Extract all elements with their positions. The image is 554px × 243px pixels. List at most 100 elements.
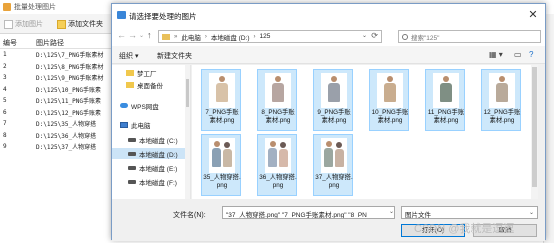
file-name: 35_人物穿搭.png <box>203 174 241 189</box>
add-image-icon <box>4 19 13 29</box>
file-tile[interactable]: 37_人物穿搭.png <box>313 134 353 196</box>
nav-item-wps-cloud[interactable]: WPS网盘 <box>112 100 190 111</box>
address-bar[interactable]: » 此电脑 › 本地磁盘 (D:) › 125 ⌄ ⟳ <box>158 30 382 43</box>
file-tile[interactable]: 7_PNG手账素材.png <box>201 69 241 131</box>
table-header: 编号 图片路径 <box>0 38 120 49</box>
nav-pane-scrollbar[interactable] <box>185 65 190 199</box>
table-row[interactable]: 4 D:\125\10_PNG手账素 <box>0 84 120 96</box>
nav-item-drive-e[interactable]: 本地磁盘 (E:) <box>112 162 190 173</box>
organize-menu[interactable]: 组织 ▾ <box>119 51 138 61</box>
navigation-bar: ← → ⌄ ↑ » 此电脑 › 本地磁盘 (D:) › 125 ⌄ ⟳ 搜索"1… <box>112 26 545 46</box>
breadcrumb-this-pc[interactable]: 此电脑 <box>181 32 201 42</box>
add-folder-button[interactable]: 添加文件夹 <box>57 18 103 30</box>
folder-icon <box>126 69 134 76</box>
file-name: 12_PNG手账素材.png <box>483 109 521 124</box>
search-placeholder: 搜索"125" <box>411 34 440 42</box>
table-row[interactable]: 1 D:\125\7_PNG手账素材 <box>0 49 120 61</box>
nav-item-this-pc[interactable]: 此电脑 <box>112 119 190 130</box>
table-row[interactable]: 8 D:\125\36_人物穿搭 <box>0 130 120 142</box>
image-thumbnail <box>377 73 403 108</box>
filetype-select[interactable]: 图片文件 ⌄ <box>401 206 538 219</box>
image-thumbnail <box>489 73 515 108</box>
breadcrumb-drive-d[interactable]: 本地磁盘 (D:) <box>211 32 250 42</box>
file-name: 11_PNG手账素材.png <box>427 109 465 124</box>
drive-icon <box>128 137 136 142</box>
file-list: 7_PNG手账素材.png 8_PNG手账素材.png 9_PNG手账素材.pn… <box>192 65 538 199</box>
breadcrumb-separator-icon: › <box>253 33 256 40</box>
close-icon[interactable]: ✕ <box>526 8 540 22</box>
breadcrumb-separator-icon: » <box>174 33 178 40</box>
drive-icon <box>128 165 136 170</box>
drive-icon <box>128 179 136 184</box>
help-icon[interactable]: ? <box>529 50 533 59</box>
image-thumbnail <box>321 138 347 173</box>
file-open-dialog: 请选择要处理的图片 ✕ ← → ⌄ ↑ » 此电脑 › 本地磁盘 (D:) › … <box>111 3 546 241</box>
image-thumbnail <box>265 73 291 108</box>
up-arrow-icon[interactable]: ↑ <box>147 30 152 40</box>
table-row[interactable]: 7 D:\125\35_人物穿搭 <box>0 118 120 130</box>
file-name: 10_PNG手账素材.png <box>371 109 409 124</box>
scrollbar-thumb[interactable] <box>532 67 537 187</box>
file-list-scrollbar[interactable] <box>531 65 538 199</box>
table-row[interactable]: 2 D:\125\8_PNG手账素材 <box>0 61 120 73</box>
breadcrumb-folder-125[interactable]: 125 <box>259 33 270 40</box>
image-thumbnail <box>321 73 347 108</box>
file-name: 8_PNG手账素材.png <box>261 109 295 124</box>
filetype-value: 图片文件 <box>405 212 431 219</box>
forward-arrow-icon[interactable]: → <box>128 30 137 40</box>
file-name: 37_人物穿搭.png <box>315 174 353 189</box>
navigation-pane: 梦工厂 桌面备份 WPS网盘 此电脑 本地磁盘 (C:) 本地磁盘 (D:) 本… <box>112 65 191 199</box>
address-dropdown-icon[interactable]: ⌄ <box>362 32 367 39</box>
search-icon <box>402 33 408 40</box>
file-name: 36_人物穿搭.png <box>259 174 297 189</box>
table-row[interactable]: 9 D:\125\37_人物穿搭 <box>0 141 120 153</box>
file-tile[interactable]: 12_PNG手账素材.png <box>481 69 521 131</box>
preview-pane-icon[interactable]: ▭ <box>514 50 522 59</box>
file-tile[interactable]: 8_PNG手账素材.png <box>257 69 297 131</box>
dialog-title: 请选择要处理的图片 <box>129 12 197 21</box>
back-arrow-icon[interactable]: ← <box>117 30 126 40</box>
computer-icon <box>120 121 128 128</box>
file-tile[interactable]: 10_PNG手账素材.png <box>369 69 409 131</box>
table-row[interactable]: 6 D:\125\12_PNG手账素 <box>0 107 120 119</box>
file-tile[interactable]: 9_PNG手账素材.png <box>313 69 353 131</box>
dialog-title-bar: 请选择要处理的图片 ✕ <box>112 4 545 26</box>
table-row[interactable]: 3 D:\125\9_PNG手账素材 <box>0 72 120 84</box>
nav-item-drive-c[interactable]: 本地磁盘 (C:) <box>112 134 190 145</box>
filename-input[interactable]: "37_人物穿搭.png" "7_PNG手账素材.png" "8_PN <box>222 206 395 219</box>
recent-locations-chevron-icon[interactable]: ⌄ <box>139 32 144 39</box>
filename-label: 文件名(N): <box>173 212 206 219</box>
breadcrumb-separator-icon: › <box>204 33 207 40</box>
image-thumbnail <box>265 138 291 173</box>
table-row[interactable]: 5 D:\125\11_PNG手账素 <box>0 95 120 107</box>
search-input[interactable]: 搜索"125" <box>398 30 541 43</box>
image-thumbnail <box>209 73 235 108</box>
image-thumbnail <box>433 73 459 108</box>
dialog-app-icon <box>117 11 126 19</box>
filename-dropdown-icon[interactable]: ⌄ <box>389 208 394 215</box>
drive-icon <box>128 151 136 156</box>
folder-icon <box>57 19 66 29</box>
add-image-button[interactable]: 添加图片 <box>4 18 43 30</box>
file-name: 7_PNG手账素材.png <box>205 109 239 124</box>
file-tile[interactable]: 36_人物穿搭.png <box>257 134 297 196</box>
cloud-icon <box>120 103 128 108</box>
image-path-table: 编号 图片路径 1 D:\125\7_PNG手账素材 2 D:\125\8_PNG手… <box>0 38 120 153</box>
folder-icon <box>162 33 170 40</box>
file-name: 9_PNG手账素材.png <box>317 109 351 124</box>
view-options-icon[interactable]: ▦ ▾ <box>489 50 503 59</box>
file-tile[interactable]: 35_人物穿搭.png <box>201 134 241 196</box>
image-thumbnail <box>209 138 235 173</box>
nav-item-drive-f[interactable]: 本地磁盘 (F:) <box>112 176 190 187</box>
nav-item-drive-d[interactable]: 本地磁盘 (D:) <box>112 148 190 159</box>
scrollbar-thumb[interactable] <box>186 79 189 107</box>
chevron-down-icon: ⌄ <box>528 210 534 216</box>
command-bar: 组织 ▾ 新建文件夹 ▦ ▾ ▭ ? <box>112 46 545 64</box>
nav-item-desktop-backup[interactable]: 桌面备份 <box>112 79 190 90</box>
background-app-title: 批量处理图片 <box>14 4 56 11</box>
file-tile[interactable]: 11_PNG手账素材.png <box>425 69 465 131</box>
nav-item-dream-factory[interactable]: 梦工厂 <box>112 67 190 78</box>
refresh-icon[interactable]: ⟳ <box>371 31 378 40</box>
new-folder-button[interactable]: 新建文件夹 <box>157 51 192 61</box>
app-icon <box>3 3 11 11</box>
